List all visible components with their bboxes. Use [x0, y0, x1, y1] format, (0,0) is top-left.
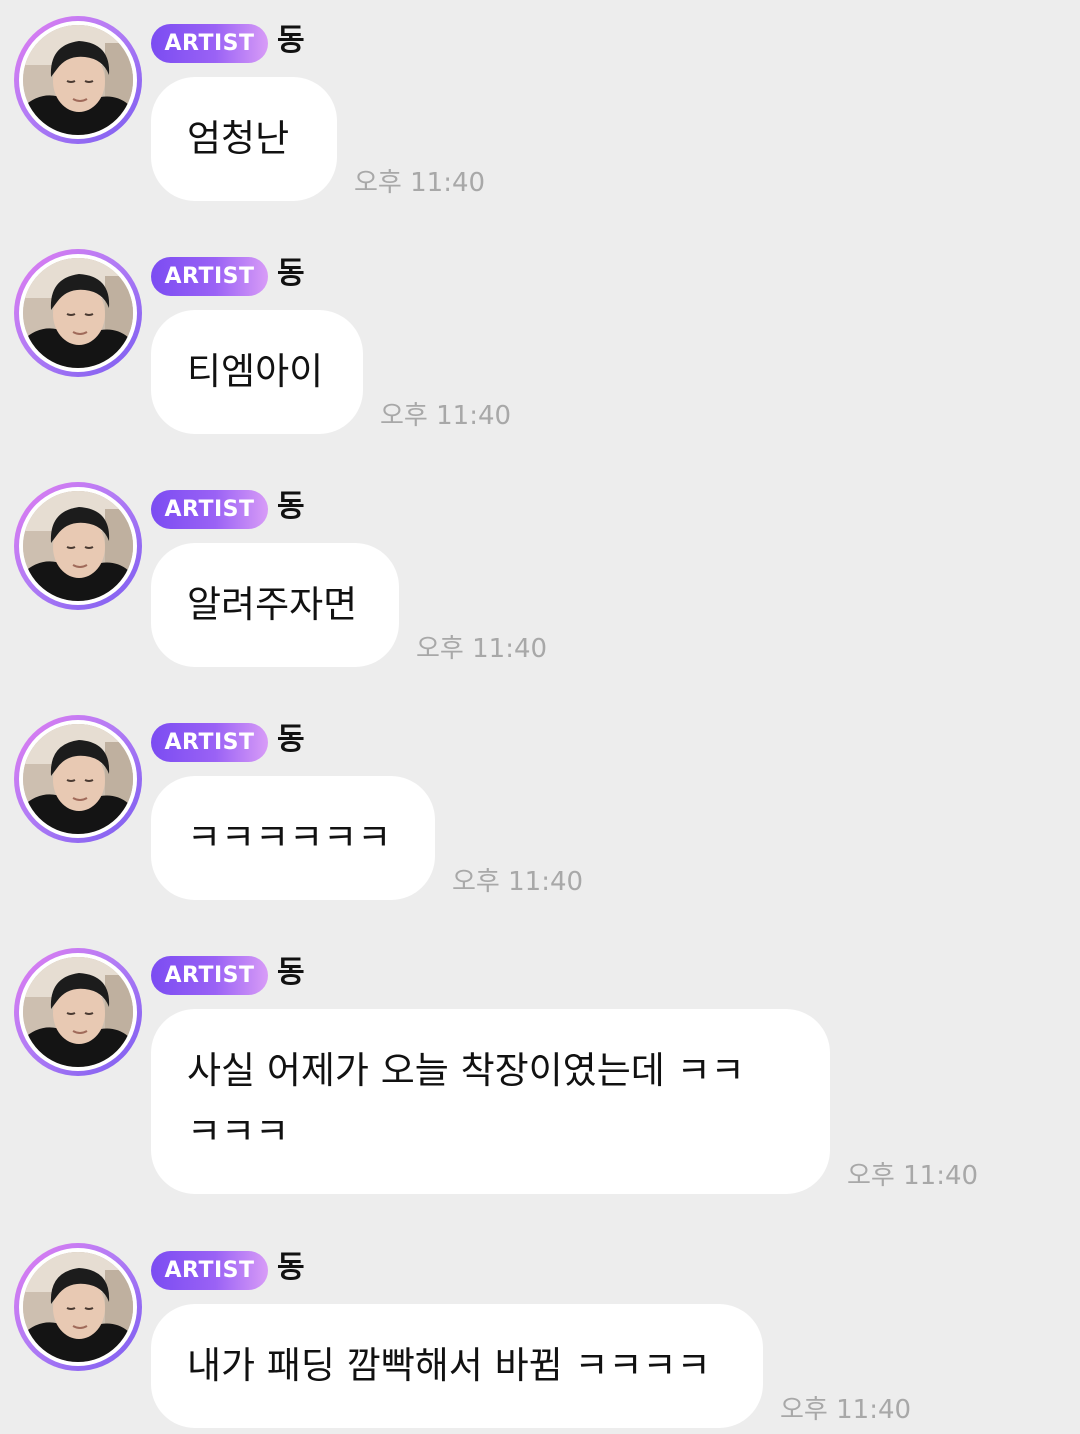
profile-photo-icon — [23, 25, 133, 135]
message-time: 오후 11:40 — [847, 1161, 979, 1191]
artist-badge: ARTIST — [151, 723, 268, 762]
avatar[interactable] — [14, 249, 142, 377]
message-text: 티엠아이 — [187, 350, 324, 393]
sender-name: 동 — [277, 489, 305, 524]
chat-thread: ARTIST 동 엄청난 오후 11:40 ARTIST 동 티엠아이 오후 1… — [0, 0, 1080, 1434]
sender-name: 동 — [277, 256, 305, 291]
message-row: ARTIST 동 ㅋㅋㅋㅋㅋㅋ 오후 11:40 — [0, 699, 1080, 909]
message-time: 오후 11:40 — [380, 401, 512, 431]
message-bubble[interactable]: 티엠아이 — [151, 310, 363, 434]
message-time: 오후 11:40 — [452, 867, 584, 897]
sender-name: 동 — [277, 1250, 305, 1285]
artist-badge: ARTIST — [151, 956, 268, 995]
artist-badge: ARTIST — [151, 257, 268, 296]
message-text: 알려주자면 — [187, 583, 358, 626]
message-row: ARTIST 동 사실 어제가 오늘 착장이였는데 ㅋㅋ ㅋㅋㅋ 오후 11:4… — [0, 932, 1080, 1202]
avatar[interactable] — [14, 715, 142, 843]
avatar[interactable] — [14, 1243, 142, 1371]
message-bubble[interactable]: 사실 어제가 오늘 착장이였는데 ㅋㅋ ㅋㅋㅋ — [151, 1009, 830, 1194]
avatar[interactable] — [14, 482, 142, 610]
message-time: 오후 11:40 — [416, 634, 548, 664]
message-time: 오후 11:40 — [780, 1395, 912, 1425]
sender-name: 동 — [277, 955, 305, 990]
artist-badge: ARTIST — [151, 1251, 268, 1290]
message-row: ARTIST 동 알려주자면 오후 11:40 — [0, 466, 1080, 676]
message-bubble[interactable]: 알려주자면 — [151, 543, 399, 667]
avatar[interactable] — [14, 16, 142, 144]
profile-photo-icon — [23, 957, 133, 1067]
avatar[interactable] — [14, 948, 142, 1076]
message-row: ARTIST 동 티엠아이 오후 11:40 — [0, 233, 1080, 443]
message-bubble[interactable]: ㅋㅋㅋㅋㅋㅋ — [151, 776, 435, 900]
message-text: ㅋㅋㅋㅋㅋㅋ — [187, 816, 392, 859]
message-text: 내가 패딩 깜빡해서 바뀜 ㅋㅋㅋㅋ — [187, 1344, 711, 1387]
profile-photo-icon — [23, 491, 133, 601]
sender-name: 동 — [277, 23, 305, 58]
message-time: 오후 11:40 — [354, 168, 486, 198]
message-text: 사실 어제가 오늘 착장이였는데 ㅋㅋ ㅋㅋㅋ — [187, 1049, 745, 1153]
message-row: ARTIST 동 내가 패딩 깜빡해서 바뀜 ㅋㅋㅋㅋ 오후 11:40 — [0, 1227, 1080, 1434]
message-bubble[interactable]: 엄청난 — [151, 77, 337, 201]
message-bubble[interactable]: 내가 패딩 깜빡해서 바뀜 ㅋㅋㅋㅋ — [151, 1304, 763, 1428]
profile-photo-icon — [23, 724, 133, 834]
profile-photo-icon — [23, 1252, 133, 1362]
artist-badge: ARTIST — [151, 490, 268, 529]
sender-name: 동 — [277, 722, 305, 757]
profile-photo-icon — [23, 258, 133, 368]
artist-badge: ARTIST — [151, 24, 268, 63]
message-row: ARTIST 동 엄청난 오후 11:40 — [0, 0, 1080, 210]
message-text: 엄청난 — [187, 117, 290, 160]
